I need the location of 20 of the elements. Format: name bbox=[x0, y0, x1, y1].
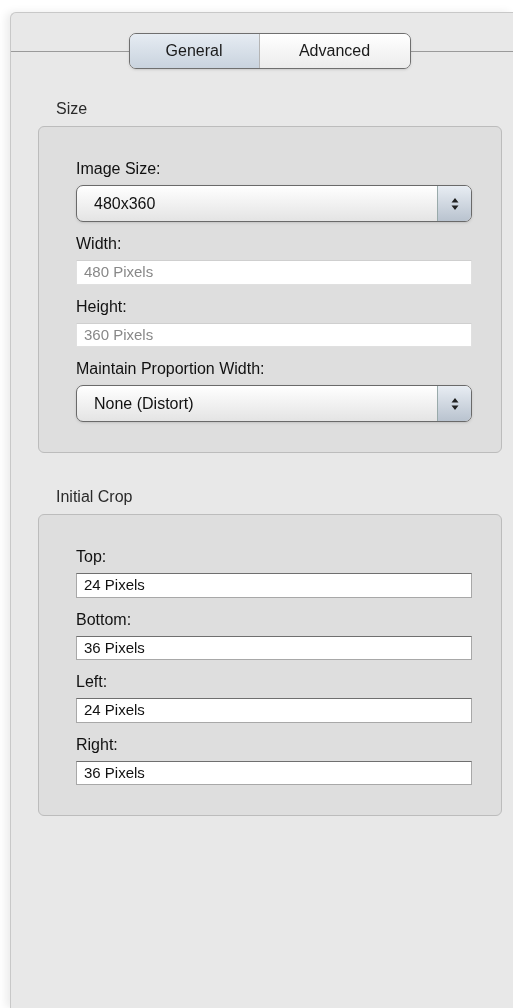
field-label: Left: bbox=[76, 672, 108, 692]
field-label: Width: bbox=[76, 234, 122, 254]
field-label: Image Size: bbox=[76, 159, 161, 179]
tab[interactable]: Advanced bbox=[259, 34, 410, 68]
field-label: Height: bbox=[76, 296, 127, 317]
stepper-arrows-icon bbox=[450, 196, 459, 211]
tab[interactable]: General bbox=[129, 34, 260, 68]
field-label: Maintain Proportion Width: bbox=[76, 359, 265, 379]
input-field[interactable]: 36 Pixels bbox=[76, 760, 472, 785]
popup-button[interactable]: None (Distort) bbox=[76, 385, 472, 422]
popup-button[interactable]: 480x360 bbox=[76, 185, 472, 222]
stepper-arrows-icon bbox=[450, 396, 459, 411]
input-field[interactable]: 24 Pixels bbox=[76, 698, 472, 723]
group-title: Size bbox=[56, 99, 88, 119]
input-field[interactable]: 24 Pixels bbox=[76, 573, 472, 598]
field-label: Top: bbox=[76, 547, 107, 567]
group-title: Initial Crop bbox=[56, 487, 133, 507]
field-label: Bottom: bbox=[76, 609, 132, 630]
input-field[interactable]: 36 Pixels bbox=[76, 635, 472, 660]
field-label: Right: bbox=[76, 734, 118, 755]
